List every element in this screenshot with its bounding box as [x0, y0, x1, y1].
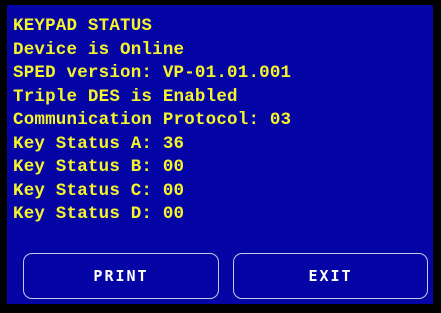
screen-title: KEYPAD STATUS: [13, 16, 153, 36]
key-status-d-line: Key Status D: 00: [13, 204, 185, 224]
screen-bezel: KEYPAD STATUS Device is Online SPED vers…: [0, 0, 441, 313]
key-status-b-line: Key Status B: 00: [13, 157, 185, 177]
communication-protocol-line: Communication Protocol: 03: [13, 110, 292, 130]
status-list: KEYPAD STATUS Device is Online SPED vers…: [13, 15, 291, 227]
device-status-line: Device is Online: [13, 39, 185, 60]
exit-button-label: EXIT: [308, 267, 353, 285]
keypad-status-screen: KEYPAD STATUS Device is Online SPED vers…: [7, 5, 433, 304]
key-status-c-line: Key Status C: 00: [13, 180, 185, 201]
softkey-row: PRINT EXIT: [23, 253, 428, 299]
exit-button[interactable]: EXIT: [233, 253, 428, 299]
triple-des-line: Triple DES is Enabled: [13, 86, 238, 107]
print-button-label: PRINT: [93, 267, 149, 285]
key-status-a-line: Key Status A: 36: [13, 133, 185, 154]
sped-version-line: SPED version: VP-01.01.001: [13, 63, 292, 83]
print-button[interactable]: PRINT: [23, 253, 219, 299]
